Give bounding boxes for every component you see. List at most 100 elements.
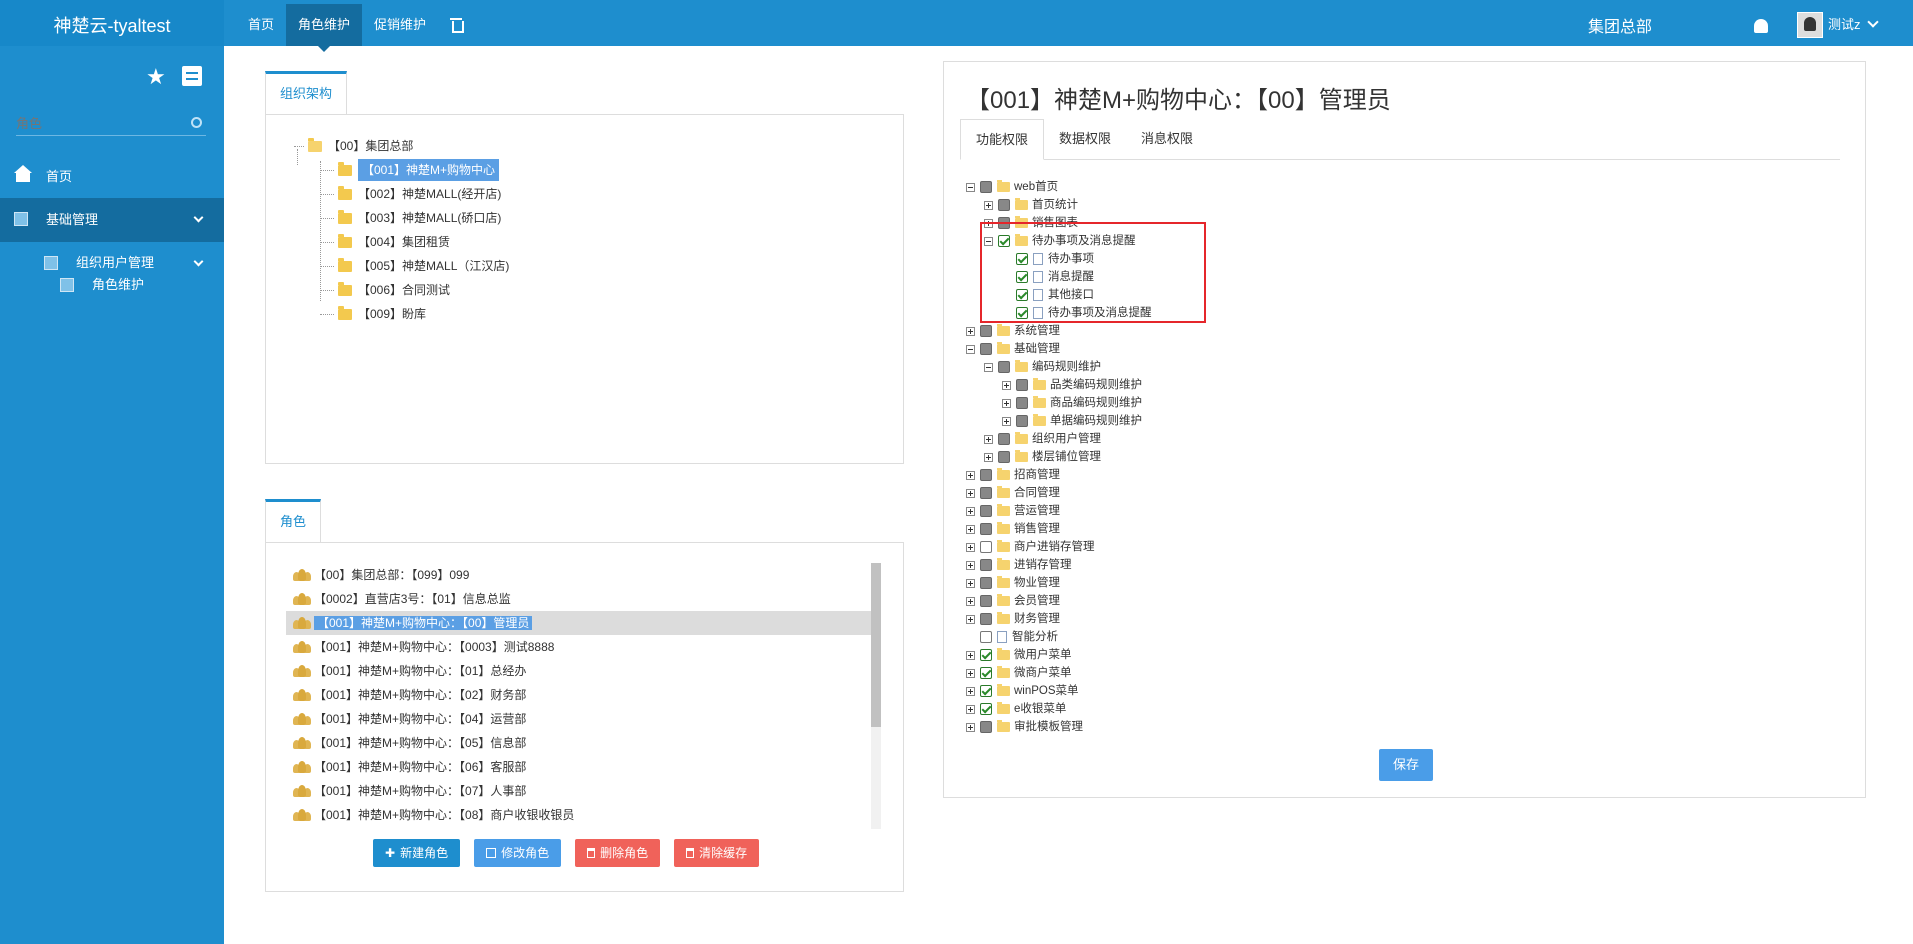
checkbox[interactable] xyxy=(980,505,992,517)
checkbox[interactable] xyxy=(980,523,992,535)
expand-icon[interactable] xyxy=(966,704,975,714)
checkbox[interactable] xyxy=(980,703,992,715)
checkbox[interactable] xyxy=(998,199,1010,211)
expand-icon[interactable] xyxy=(966,488,975,498)
nav-home[interactable]: 首页 xyxy=(236,4,286,46)
checkbox[interactable] xyxy=(980,613,992,625)
tab-roles[interactable]: 角色 xyxy=(265,499,322,543)
checkbox[interactable] xyxy=(980,541,992,553)
checkbox[interactable] xyxy=(980,343,992,355)
expand-icon[interactable] xyxy=(966,560,975,570)
tree-node[interactable]: 编码规则维护 xyxy=(984,358,1101,376)
checkbox[interactable] xyxy=(998,433,1010,445)
tree-node[interactable]: e收银菜单 xyxy=(966,700,1066,718)
list-item[interactable]: 【001】神楚M+购物中心：【02】财务部 xyxy=(286,683,881,707)
expand-icon[interactable] xyxy=(966,686,975,696)
nav-promotion-maintenance[interactable]: 促销维护 xyxy=(362,4,438,46)
tree-node[interactable]: 单据编码规则维护 xyxy=(1002,412,1142,430)
tree-node[interactable]: 品类编码规则维护 xyxy=(1002,376,1142,394)
checkbox[interactable] xyxy=(1016,379,1028,391)
tree-node[interactable]: winPOS菜单 xyxy=(966,682,1079,700)
expand-icon[interactable] xyxy=(966,506,975,516)
tree-node[interactable]: 商户进销存管理 xyxy=(966,538,1095,556)
page-scrollbar[interactable] xyxy=(1905,46,1913,944)
list-item[interactable]: 【001】神楚M+购物中心：【00】管理员 xyxy=(286,611,881,635)
tree-node[interactable]: 商品编码规则维护 xyxy=(1002,394,1142,412)
search-icon[interactable] xyxy=(191,117,202,128)
nav-trash[interactable] xyxy=(438,4,474,46)
tree-node[interactable]: 首页统计 xyxy=(984,196,1078,214)
save-button[interactable]: 保存 xyxy=(1379,749,1433,781)
expand-icon[interactable] xyxy=(966,614,975,624)
tree-node-root[interactable]: 【00】集团总部 xyxy=(294,135,413,157)
sidebar-search-input[interactable] xyxy=(16,112,176,134)
checkbox[interactable] xyxy=(980,685,992,697)
org-switcher[interactable]: 集团总部 xyxy=(1588,0,1652,56)
expand-icon[interactable] xyxy=(984,452,993,462)
expand-icon[interactable] xyxy=(966,596,975,606)
tree-node[interactable]: 微用户菜单 xyxy=(966,646,1072,664)
list-item[interactable]: 【001】神楚M+购物中心：【08】商户收银收银员 xyxy=(286,803,881,827)
tree-node[interactable]: 【002】神楚MALL(经开店) xyxy=(320,183,501,205)
list-item[interactable]: 【00】集团总部：【099】099 xyxy=(286,563,881,587)
nav-role-maintenance[interactable]: 角色维护 xyxy=(286,4,363,52)
delete-role-button[interactable]: 删除角色 xyxy=(575,839,661,867)
collapse-icon[interactable] xyxy=(966,344,975,354)
tree-node[interactable]: web首页 xyxy=(966,178,1058,196)
checkbox[interactable] xyxy=(980,631,992,643)
expand-icon[interactable] xyxy=(966,668,975,678)
list-item[interactable]: 【001】神楚M+购物中心：【0003】测试8888 xyxy=(286,635,881,659)
tree-node[interactable]: 【009】盼库 xyxy=(320,303,426,325)
scrollbar-thumb[interactable] xyxy=(871,563,881,727)
expand-icon[interactable] xyxy=(1002,416,1011,426)
list-item[interactable]: 【001】神楚M+购物中心：【05】信息部 xyxy=(286,731,881,755)
tree-node[interactable]: 基础管理 xyxy=(966,340,1060,358)
checkbox[interactable] xyxy=(1016,397,1028,409)
list-item[interactable]: 【001】神楚M+购物中心：【07】人事部 xyxy=(286,779,881,803)
new-role-button[interactable]: ✚ 新建角色 xyxy=(373,839,461,867)
checkbox[interactable] xyxy=(980,487,992,499)
list-item[interactable]: 【001】神楚M+购物中心：【06】客服部 xyxy=(286,755,881,779)
tree-node[interactable]: 【004】集团租赁 xyxy=(320,231,450,253)
tree-node[interactable]: 销售管理 xyxy=(966,520,1060,538)
sidebar-item-role-maintenance[interactable]: 角色维护 xyxy=(0,270,224,300)
expand-icon[interactable] xyxy=(966,542,975,552)
expand-icon[interactable] xyxy=(966,326,975,336)
sidebar-item-home[interactable]: 首页 xyxy=(0,156,224,198)
scrollbar[interactable] xyxy=(871,563,881,829)
expand-icon[interactable] xyxy=(966,578,975,588)
checkbox[interactable] xyxy=(980,721,992,733)
checkbox[interactable] xyxy=(980,181,992,193)
expand-icon[interactable] xyxy=(966,650,975,660)
tree-node[interactable]: 会员管理 xyxy=(966,592,1060,610)
expand-icon[interactable] xyxy=(966,524,975,534)
tree-node[interactable]: 微商户菜单 xyxy=(966,664,1072,682)
expand-icon[interactable] xyxy=(966,470,975,480)
collapse-icon[interactable] xyxy=(984,362,993,372)
collapse-icon[interactable] xyxy=(966,182,975,192)
expand-icon[interactable] xyxy=(1002,380,1011,390)
star-icon[interactable]: ★ xyxy=(146,66,166,88)
edit-role-button[interactable]: 修改角色 xyxy=(474,839,562,867)
clear-cache-button[interactable]: 清除缓存 xyxy=(674,839,760,867)
tree-node[interactable]: 楼层铺位管理 xyxy=(984,448,1101,466)
list-item[interactable]: 【001】神楚M+购物中心：【01】总经办 xyxy=(286,659,881,683)
tab-org-structure[interactable]: 组织架构 xyxy=(265,71,348,115)
checkbox[interactable] xyxy=(980,469,992,481)
tree-node[interactable]: 【005】神楚MALL（江汉店) xyxy=(320,255,509,277)
list-item[interactable]: 【0002】直营店3号：【01】信息总监 xyxy=(286,587,881,611)
bell-icon[interactable] xyxy=(1754,19,1768,33)
tree-node[interactable]: 物业管理 xyxy=(966,574,1060,592)
tab-message-permissions[interactable]: 消息权限 xyxy=(1126,119,1208,159)
tree-node[interactable]: 组织用户管理 xyxy=(984,430,1101,448)
checkbox[interactable] xyxy=(980,667,992,679)
avatar[interactable] xyxy=(1797,12,1823,38)
tree-node[interactable]: 招商管理 xyxy=(966,466,1060,484)
checkbox[interactable] xyxy=(980,595,992,607)
expand-icon[interactable] xyxy=(984,200,993,210)
tree-node[interactable]: 审批模板管理 xyxy=(966,718,1083,736)
tree-node[interactable]: 合同管理 xyxy=(966,484,1060,502)
tree-node[interactable]: 财务管理 xyxy=(966,610,1060,628)
tree-node[interactable]: 进销存管理 xyxy=(966,556,1072,574)
checkbox[interactable] xyxy=(980,577,992,589)
